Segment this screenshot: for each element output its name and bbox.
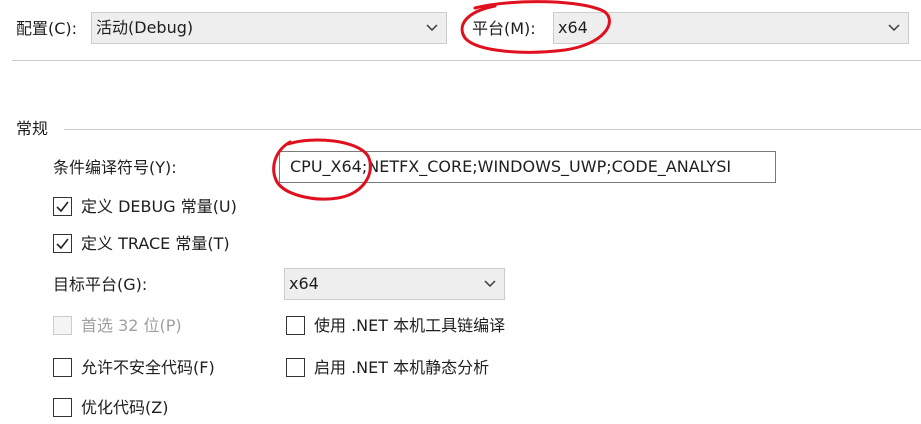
annotation-circle-platform — [460, 0, 611, 54]
chevron-down-icon — [484, 280, 496, 287]
prefer32-label: 首选 32 位(P) — [81, 316, 182, 335]
chevron-down-icon — [426, 24, 438, 31]
net-native-label: 使用 .NET 本机工具链编译 — [314, 316, 506, 335]
checkbox-box[interactable] — [53, 234, 72, 253]
optimize-label: 优化代码(Z) — [81, 398, 169, 417]
conditional-symbols-label: 条件编译符号(Y): — [53, 158, 177, 177]
section-title: 常规 — [16, 119, 49, 138]
checkbox-box[interactable] — [286, 358, 305, 377]
config-value: 活动(Debug) — [96, 18, 194, 37]
static-analysis-checkbox[interactable]: 启用 .NET 本机静态分析 — [286, 357, 546, 381]
net-native-checkbox[interactable]: 使用 .NET 本机工具链编译 — [286, 315, 546, 339]
checkmark-icon — [56, 238, 69, 250]
prefer32-checkbox: 首选 32 位(P) — [53, 315, 253, 339]
allow-unsafe-label: 允许不安全代码(F) — [81, 358, 215, 377]
checkbox-box — [53, 316, 72, 335]
top-divider — [12, 60, 921, 61]
target-platform-value: x64 — [289, 274, 319, 293]
target-platform-combobox[interactable]: x64 — [284, 268, 505, 300]
define-debug-checkbox[interactable]: 定义 DEBUG 常量(U) — [53, 196, 283, 220]
section-divider — [64, 129, 921, 130]
define-trace-checkbox[interactable]: 定义 TRACE 常量(T) — [53, 233, 283, 257]
config-label: 配置(C): — [16, 19, 78, 38]
define-trace-label: 定义 TRACE 常量(T) — [81, 234, 230, 253]
define-debug-label: 定义 DEBUG 常量(U) — [81, 197, 237, 216]
config-combobox[interactable]: 活动(Debug) — [91, 12, 447, 44]
checkmark-icon — [56, 201, 69, 213]
static-analysis-label: 启用 .NET 本机静态分析 — [314, 358, 490, 377]
checkbox-box[interactable] — [286, 316, 305, 335]
checkbox-box[interactable] — [53, 197, 72, 216]
checkbox-box[interactable] — [53, 398, 72, 417]
allow-unsafe-checkbox[interactable]: 允许不安全代码(F) — [53, 357, 253, 381]
target-platform-label: 目标平台(G): — [53, 275, 148, 294]
annotation-circle-cpu-x64 — [272, 138, 372, 201]
checkbox-box[interactable] — [53, 358, 72, 377]
chevron-down-icon — [888, 24, 900, 31]
optimize-checkbox[interactable]: 优化代码(Z) — [53, 397, 253, 421]
